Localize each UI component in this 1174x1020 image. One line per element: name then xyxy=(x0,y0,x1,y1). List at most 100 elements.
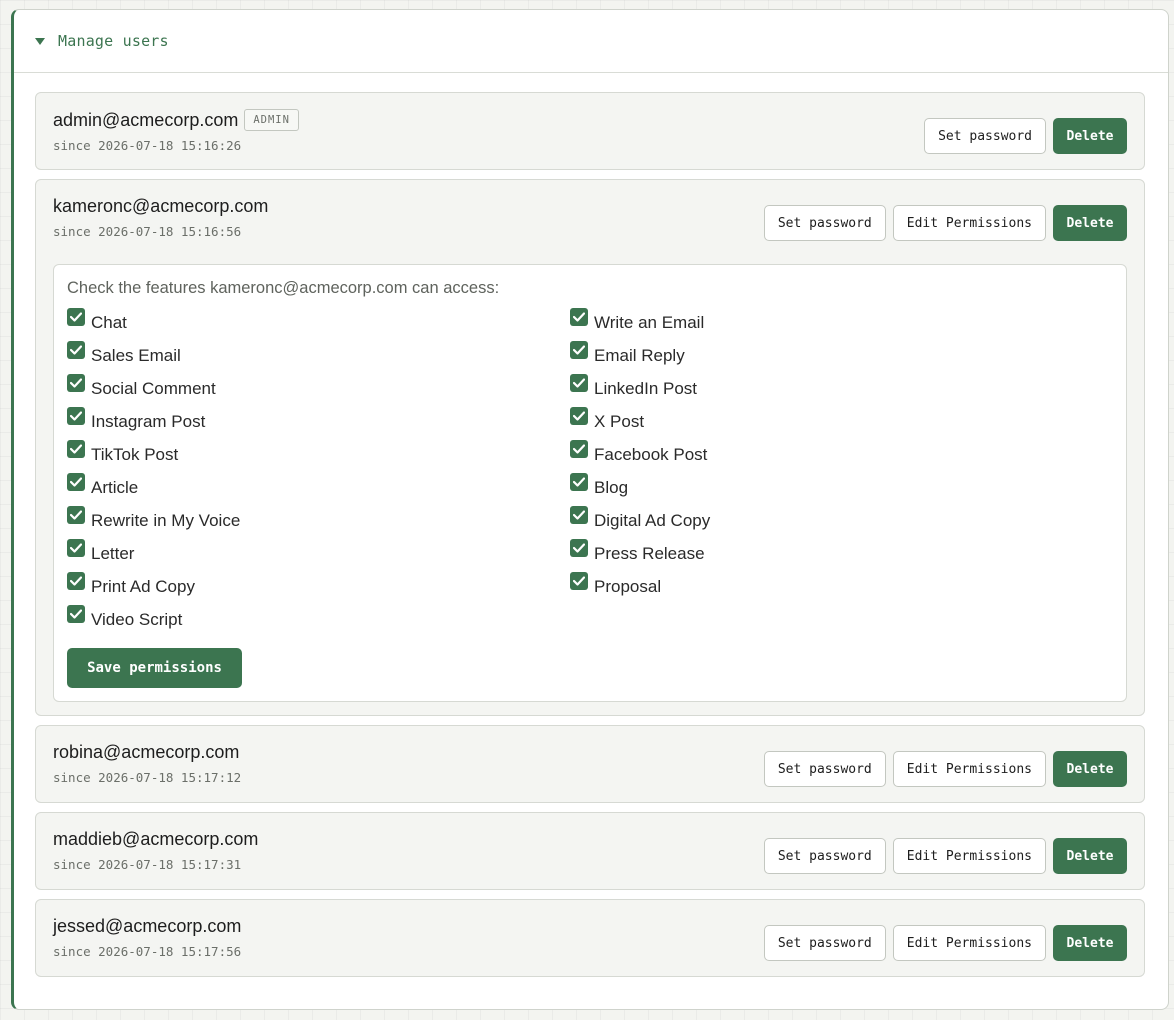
checkbox-checked-icon[interactable] xyxy=(570,506,588,524)
user-since: since 2026-07-18 15:17:56 xyxy=(53,944,242,959)
checkbox-checked-icon[interactable] xyxy=(570,539,588,557)
manage-users-panel: Manage users admin@acmecorp.com ADMIN si… xyxy=(11,9,1169,1010)
permission-label: LinkedIn Post xyxy=(594,379,698,398)
permission-item[interactable]: Write an Email xyxy=(570,308,1073,341)
edit-permissions-button[interactable]: Edit Permissions xyxy=(892,838,1046,874)
set-password-button[interactable]: Set password xyxy=(763,205,886,241)
delete-button[interactable]: Delete xyxy=(1053,925,1127,961)
permission-item[interactable]: Digital Ad Copy xyxy=(570,506,1073,539)
permission-label: Chat xyxy=(91,313,127,332)
user-row: robina@acmecorp.com since 2026-07-18 15:… xyxy=(36,726,1144,802)
checkbox-checked-icon[interactable] xyxy=(67,374,85,392)
checkbox-checked-icon[interactable] xyxy=(67,572,85,590)
permission-item[interactable]: Facebook Post xyxy=(570,440,1073,473)
admin-badge: ADMIN xyxy=(244,109,299,131)
user-since: since 2026-07-18 15:17:31 xyxy=(53,857,242,872)
checkbox-checked-icon[interactable] xyxy=(570,407,588,425)
permission-item[interactable]: Letter xyxy=(67,539,570,572)
permission-label: Email Reply xyxy=(594,346,685,365)
permission-item[interactable]: Rewrite in My Voice xyxy=(67,506,570,539)
permission-item[interactable]: Video Script xyxy=(67,605,570,638)
manage-users-toggle[interactable]: Manage users xyxy=(14,10,1168,73)
permission-item[interactable]: Social Comment xyxy=(67,374,570,407)
permission-item[interactable]: Instagram Post xyxy=(67,407,570,440)
user-since: since 2026-07-18 15:17:12 xyxy=(53,770,242,785)
set-password-button[interactable]: Set password xyxy=(924,118,1046,154)
user-email: admin@acmecorp.com xyxy=(53,109,239,130)
permission-item[interactable]: Press Release xyxy=(570,539,1073,572)
user-email: kameronc@acmecorp.com xyxy=(53,196,269,216)
permission-label: X Post xyxy=(594,412,645,431)
checkbox-checked-icon[interactable] xyxy=(67,308,85,326)
permission-item[interactable]: Email Reply xyxy=(570,341,1073,374)
user-since: since 2026-07-18 15:16:56 xyxy=(53,224,242,239)
checkbox-checked-icon[interactable] xyxy=(67,506,85,524)
permission-label: Sales Email xyxy=(91,346,181,365)
permission-item[interactable]: LinkedIn Post xyxy=(570,374,1073,407)
permissions-grid: Chat Write an Email Sales Email Email Reply… xyxy=(67,308,1113,638)
permission-label: Rewrite in My Voice xyxy=(91,511,241,530)
user-since: since 2026-07-18 15:16:26 xyxy=(53,138,242,153)
checkbox-checked-icon[interactable] xyxy=(570,341,588,359)
user-actions: Set password Edit Permissions Delete xyxy=(763,205,1127,241)
user-card-robina: robina@acmecorp.com since 2026-07-18 15:… xyxy=(35,725,1145,803)
permission-label: Letter xyxy=(91,544,135,563)
edit-permissions-button[interactable]: Edit Permissions xyxy=(892,751,1046,787)
user-row: admin@acmecorp.com ADMIN since 2026-07-1… xyxy=(36,93,1144,169)
checkbox-checked-icon[interactable] xyxy=(570,374,588,392)
user-email: jessed@acmecorp.com xyxy=(53,916,242,936)
user-info: admin@acmecorp.com ADMIN since 2026-07-1… xyxy=(53,109,299,153)
delete-button[interactable]: Delete xyxy=(1053,838,1127,874)
permission-label: Blog xyxy=(594,478,629,497)
permission-item[interactable]: Print Ad Copy xyxy=(67,572,570,605)
permission-item[interactable]: Article xyxy=(67,473,570,506)
permission-label: Article xyxy=(91,478,139,497)
user-card-admin: admin@acmecorp.com ADMIN since 2026-07-1… xyxy=(35,92,1145,170)
permission-label: Digital Ad Copy xyxy=(594,511,711,530)
delete-button[interactable]: Delete xyxy=(1053,751,1127,787)
user-info: kameronc@acmecorp.com since 2026-07-18 1… xyxy=(53,196,268,239)
checkbox-checked-icon[interactable] xyxy=(67,407,85,425)
save-permissions-button[interactable]: Save permissions xyxy=(67,648,242,688)
user-card-maddieb: maddieb@acmecorp.com since 2026-07-18 15… xyxy=(35,812,1145,890)
set-password-button[interactable]: Set password xyxy=(763,925,886,961)
checkbox-checked-icon[interactable] xyxy=(67,440,85,458)
delete-button[interactable]: Delete xyxy=(1053,118,1127,154)
user-info: robina@acmecorp.com since 2026-07-18 15:… xyxy=(53,742,241,785)
checkbox-checked-icon[interactable] xyxy=(67,605,85,623)
permission-label: Video Script xyxy=(91,610,183,629)
permission-label: Print Ad Copy xyxy=(91,577,195,596)
permission-label: Instagram Post xyxy=(91,412,206,431)
set-password-button[interactable]: Set password xyxy=(763,751,886,787)
edit-permissions-button[interactable]: Edit Permissions xyxy=(892,205,1046,241)
permission-item[interactable]: Chat xyxy=(67,308,570,341)
user-actions: Set password Edit Permissions Delete xyxy=(763,751,1127,787)
checkbox-checked-icon[interactable] xyxy=(67,341,85,359)
permission-item[interactable]: X Post xyxy=(570,407,1073,440)
checkbox-checked-icon[interactable] xyxy=(570,308,588,326)
permission-label: TikTok Post xyxy=(91,445,179,464)
set-password-button[interactable]: Set password xyxy=(763,838,886,874)
permission-item[interactable]: TikTok Post xyxy=(67,440,570,473)
checkbox-checked-icon[interactable] xyxy=(67,539,85,557)
permission-label: Facebook Post xyxy=(594,445,708,464)
user-list: admin@acmecorp.com ADMIN since 2026-07-1… xyxy=(35,92,1145,986)
user-actions: Set password Edit Permissions Delete xyxy=(763,838,1127,874)
checkbox-checked-icon[interactable] xyxy=(67,473,85,491)
permission-label: Proposal xyxy=(594,577,662,596)
checkbox-checked-icon[interactable] xyxy=(570,473,588,491)
permission-item[interactable]: Sales Email xyxy=(67,341,570,374)
permission-item[interactable]: Proposal xyxy=(570,572,1073,605)
user-email: maddieb@acmecorp.com xyxy=(53,829,259,849)
permission-item[interactable]: Blog xyxy=(570,473,1073,506)
user-actions: Set password Edit Permissions Delete xyxy=(763,925,1127,961)
user-row: maddieb@acmecorp.com since 2026-07-18 15… xyxy=(36,813,1144,889)
user-actions: Set password Delete xyxy=(924,118,1127,154)
delete-button[interactable]: Delete xyxy=(1053,205,1127,241)
user-row: kameronc@acmecorp.com since 2026-07-18 1… xyxy=(36,180,1144,256)
checkbox-checked-icon[interactable] xyxy=(570,440,588,458)
edit-permissions-button[interactable]: Edit Permissions xyxy=(892,925,1046,961)
checkbox-checked-icon[interactable] xyxy=(570,572,588,590)
permission-label: Social Comment xyxy=(91,379,216,398)
panel-title: Manage users xyxy=(58,32,169,50)
